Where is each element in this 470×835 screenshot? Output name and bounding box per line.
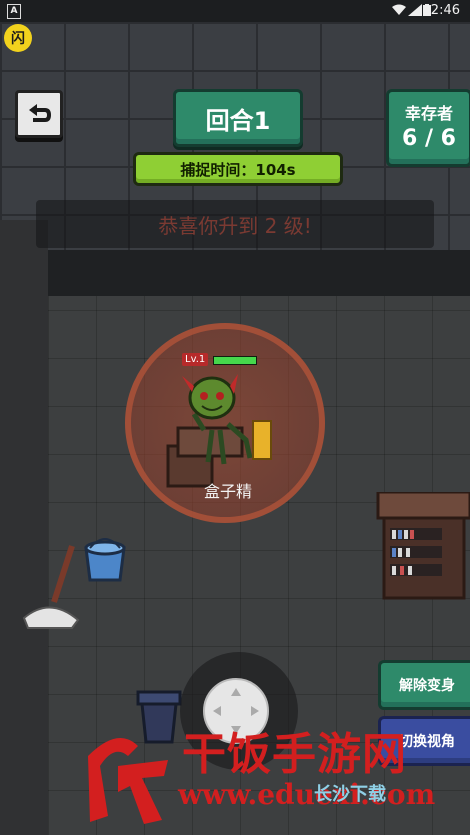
- status-clock: 2:46: [430, 3, 460, 18]
- watermark-corner-text: 长沙下载: [314, 784, 386, 805]
- wall-base-shadow: [48, 250, 470, 296]
- watermark-url: www.eduexi.com: [178, 778, 436, 811]
- battery-icon: [423, 4, 431, 16]
- undo-arrow-icon: [29, 104, 51, 122]
- cancel-transform-button[interactable]: 解除变身: [378, 660, 470, 710]
- floor-shadow-left: [0, 220, 48, 835]
- character-name: 盒子精: [203, 482, 252, 501]
- watermark-text: 干饭手游网: [182, 729, 407, 780]
- bucket-prop: [84, 538, 126, 582]
- status-bar: A 2:46: [0, 0, 470, 22]
- app-notification-icon: A: [7, 4, 21, 19]
- survivor-counter: 幸存者 6 / 6: [386, 89, 470, 167]
- floating-assist-icon[interactable]: 闪: [4, 24, 32, 52]
- talisman-tag: [252, 420, 272, 460]
- survivor-label: 幸存者: [404, 104, 453, 123]
- wifi-icon: [392, 4, 406, 15]
- round-title: 回合1: [173, 89, 303, 147]
- capture-timer: 捕捉时间：104s: [133, 152, 343, 186]
- bookshelf-prop: [376, 492, 470, 600]
- hp-bar-fill: [214, 357, 256, 364]
- level-up-banner: 恭喜你升到 2 级!: [36, 200, 434, 248]
- survivor-value: 6 / 6: [402, 126, 456, 151]
- back-button[interactable]: [15, 90, 63, 138]
- character-hp-bar: [213, 356, 257, 365]
- watermark-logo: [88, 738, 168, 824]
- signal-icon: [408, 4, 422, 16]
- character-level-tag: Lv.1: [182, 353, 209, 366]
- mop-prop: [22, 545, 80, 629]
